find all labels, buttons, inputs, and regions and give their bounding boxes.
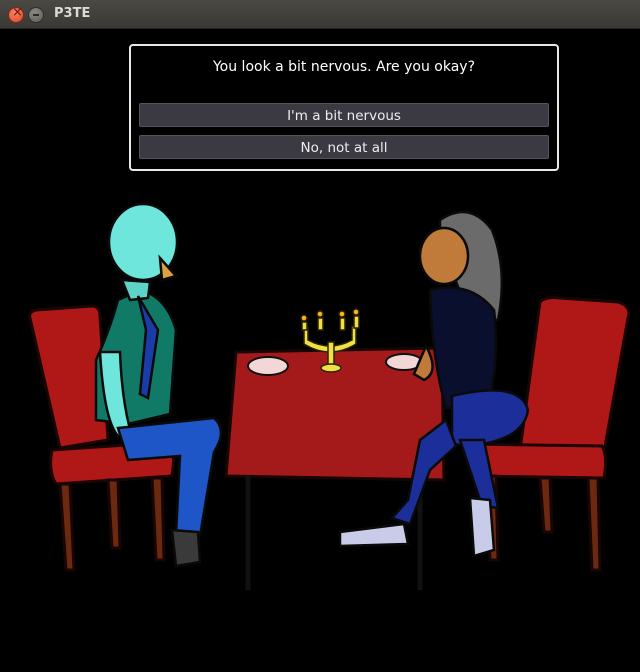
- game-scene: You look a bit nervous. Are you okay? I'…: [0, 29, 640, 668]
- choice-button-nervous[interactable]: I'm a bit nervous: [139, 103, 549, 127]
- window-title: P3TE: [54, 6, 91, 21]
- dialogue-box: You look a bit nervous. Are you okay? I'…: [129, 44, 559, 171]
- choice-button-not-at-all[interactable]: No, not at all: [139, 135, 549, 159]
- minimize-icon[interactable]: [28, 7, 44, 23]
- dialogue-prompt: You look a bit nervous. Are you okay?: [212, 59, 476, 75]
- dinner-table: [224, 346, 446, 590]
- close-icon[interactable]: [8, 5, 24, 23]
- title-bar: P3TE: [0, 0, 640, 29]
